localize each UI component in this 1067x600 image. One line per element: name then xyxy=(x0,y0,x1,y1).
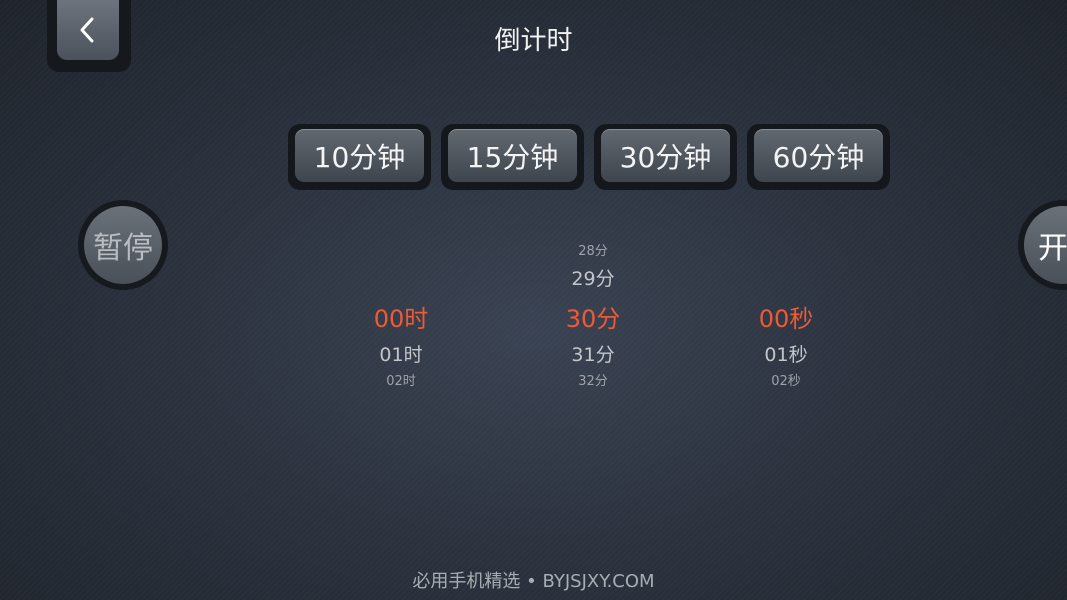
pause-label: 暂停 xyxy=(84,206,162,284)
preset-60-min-button[interactable]: 60分钟 xyxy=(747,124,890,190)
minutes-picker[interactable]: 28分 29分 30分 31分 32分 xyxy=(533,232,653,402)
seconds-selected-value: 00秒 xyxy=(758,305,814,333)
picker-item: 02时 xyxy=(386,374,416,389)
picker-item: 29分 xyxy=(571,268,615,290)
hours-selected-value: 00时 xyxy=(373,305,429,333)
picker-item: 02秒 xyxy=(771,374,801,389)
hours-picker[interactable]: 00时 01时 02时 xyxy=(341,232,461,402)
minutes-selected-value: 30分 xyxy=(565,305,621,333)
picker-item: 01秒 xyxy=(764,344,808,366)
start-button[interactable]: 开始 xyxy=(1018,200,1067,290)
preset-button-row: 10分钟 15分钟 30分钟 60分钟 xyxy=(288,124,890,190)
preset-label: 10分钟 xyxy=(295,129,424,182)
preset-label: 30分钟 xyxy=(601,129,730,182)
preset-label: 15分钟 xyxy=(448,129,577,182)
picker-item: 31分 xyxy=(571,344,615,366)
pause-button[interactable]: 暂停 xyxy=(78,200,168,290)
start-label: 开始 xyxy=(1024,206,1067,284)
preset-label: 60分钟 xyxy=(754,129,883,182)
picker-item: 01时 xyxy=(379,344,423,366)
preset-30-min-button[interactable]: 30分钟 xyxy=(594,124,737,190)
page-title: 倒计时 xyxy=(494,26,573,56)
watermark: 必用手机精选 • BYJSJXY.COM xyxy=(412,571,655,592)
picker-item: 28分 xyxy=(578,244,608,259)
picker-item: 32分 xyxy=(578,374,608,389)
preset-15-min-button[interactable]: 15分钟 xyxy=(441,124,584,190)
preset-10-min-button[interactable]: 10分钟 xyxy=(288,124,431,190)
seconds-picker[interactable]: 00秒 01秒 02秒 xyxy=(726,232,846,402)
